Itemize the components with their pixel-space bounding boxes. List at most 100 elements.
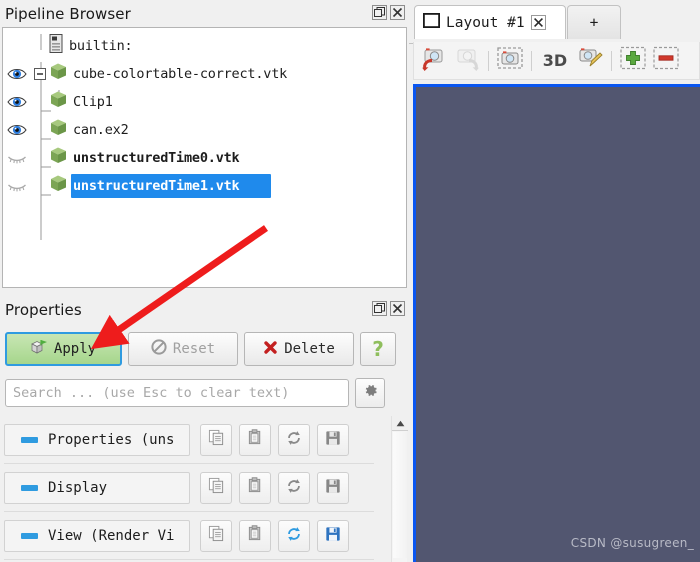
paste-view-button[interactable] [239,520,271,552]
tree-rows: builtin: cube-colortable-correct.vtk Cli… [3,28,406,200]
copy-icon [208,525,225,547]
pipeline-browser-titlebar: Pipeline Browser [0,0,409,27]
pipeline-close-icon[interactable] [390,5,405,20]
reset-properties-button[interactable] [278,424,310,456]
render-view-3d[interactable]: CSDN @susugreen_ [413,84,700,562]
section-row-display[interactable]: Display [0,464,409,512]
undo-camera-icon [421,45,447,76]
tree-item-can-ex2[interactable]: can.ex2 [3,116,406,144]
section-label: Display [48,480,108,496]
split-horizontal-button[interactable] [618,46,648,76]
search-input[interactable] [5,379,349,407]
properties-undock-icon[interactable] [372,301,387,316]
tree-item-label: builtin: [69,38,133,54]
pipeline-undock-icon[interactable] [372,5,387,20]
tab-layout-1[interactable]: Layout #1 [414,5,566,39]
properties-settings-gear-button[interactable] [355,378,385,408]
section-divider [4,559,374,560]
section-label: Properties (uns [48,432,175,448]
scroll-up-icon[interactable] [392,416,408,431]
copy-display-button[interactable] [200,472,232,504]
copy-view-button[interactable] [200,520,232,552]
close-view-button[interactable] [651,46,681,76]
reset-icon [285,429,303,452]
reset-button[interactable]: Reset [128,332,238,366]
cube-icon [49,146,68,170]
edit-camera-button[interactable] [575,46,605,76]
scrollbar-thumb[interactable] [393,432,407,558]
edit-camera-icon [577,45,603,76]
tree-item-label: unstructuredTime0.vtk [73,150,240,166]
adjust-camera-button[interactable] [495,46,525,76]
gear-icon [362,382,379,404]
cube-icon [49,90,68,114]
save-display-button[interactable] [317,472,349,504]
collapse-dash-icon [21,485,38,491]
section-header-view[interactable]: View (Render Vi [4,520,190,552]
section-row-view[interactable]: View (Render Vi [0,512,409,560]
visibility-toggle-eye-closed[interactable] [3,151,31,165]
reset-display-button[interactable] [278,472,310,504]
properties-panel-body: Apply Reset Delete ? Search ... (use Esc… [0,320,409,562]
paraview-window: Pipeline Browser builtin: cube-colortabl… [0,0,700,562]
properties-close-icon[interactable] [390,301,405,316]
help-button[interactable]: ? [360,332,396,366]
tree-item-clip1[interactable]: Clip1 [3,88,406,116]
redo-camera-icon [454,45,480,76]
left-dock-column: Pipeline Browser builtin: cube-colortabl… [0,0,409,562]
tree-item-label: cube-colortable-correct.vtk [73,66,288,82]
tree-item-unstructuredtime0[interactable]: unstructuredTime0.vtk [3,144,406,172]
tree-item-label: can.ex2 [73,122,129,138]
reset-view-button[interactable] [278,520,310,552]
paste-properties-button[interactable] [239,424,271,456]
save-icon [325,430,341,451]
toolbar-separator [531,50,532,71]
save-icon [325,526,341,547]
visibility-toggle-eye-open[interactable] [3,95,31,109]
tree-expander-minus[interactable] [31,68,49,80]
tree-item-builtin[interactable]: builtin: [3,32,406,60]
toolbar-separator [488,50,489,71]
pipeline-browser-title-buttons [372,5,405,20]
save-view-button[interactable] [317,520,349,552]
properties-panel-title: Properties [5,300,82,319]
save-properties-button[interactable] [317,424,349,456]
redo-camera-button[interactable] [452,46,482,76]
delete-button[interactable]: Delete [244,332,354,366]
tree-item-label: Clip1 [73,94,113,110]
properties-scrollbar[interactable] [391,416,408,562]
help-question-icon: ? [372,337,384,361]
apply-button-label: Apply [53,341,97,357]
visibility-toggle-eye-open[interactable] [3,123,31,137]
layout-icon [422,12,440,33]
reset-icon [285,525,303,548]
tab-label: Layout #1 [446,14,525,31]
properties-panel-titlebar: Properties [0,296,409,323]
properties-title-buttons [372,301,405,316]
tree-item-cube-colortable-correct[interactable]: cube-colortable-correct.vtk [3,60,406,88]
copy-properties-button[interactable] [200,424,232,456]
undo-camera-button[interactable] [419,46,449,76]
paste-icon [247,477,264,499]
section-header-display[interactable]: Display [4,472,190,504]
properties-sections-list: Properties (uns Display View (Render Vi [0,416,409,562]
section-header-properties[interactable]: Properties (uns [4,424,190,456]
section-actions [200,472,349,504]
pipeline-browser-title: Pipeline Browser [5,4,131,23]
visibility-toggle-eye-open[interactable] [3,67,31,81]
cube-icon [49,118,68,142]
visibility-toggle-eye-closed[interactable] [3,179,31,193]
tree-item-unstructuredtime1[interactable]: unstructuredTime1.vtk [3,172,406,200]
copy-icon [208,477,225,499]
paste-display-button[interactable] [239,472,271,504]
section-row-properties[interactable]: Properties (uns [0,416,409,464]
minus-icon [653,46,679,75]
tab-close-icon[interactable] [530,15,546,30]
collapse-dash-icon [21,533,38,539]
toggle-2d-3d-button[interactable]: 3D [538,51,572,70]
pipeline-browser-tree[interactable]: builtin: cube-colortable-correct.vtk Cli… [2,27,407,288]
new-layout-tab-button[interactable]: + [567,5,621,39]
section-actions [200,520,349,552]
apply-button[interactable]: Apply [5,332,122,366]
no-entry-icon [151,339,167,359]
